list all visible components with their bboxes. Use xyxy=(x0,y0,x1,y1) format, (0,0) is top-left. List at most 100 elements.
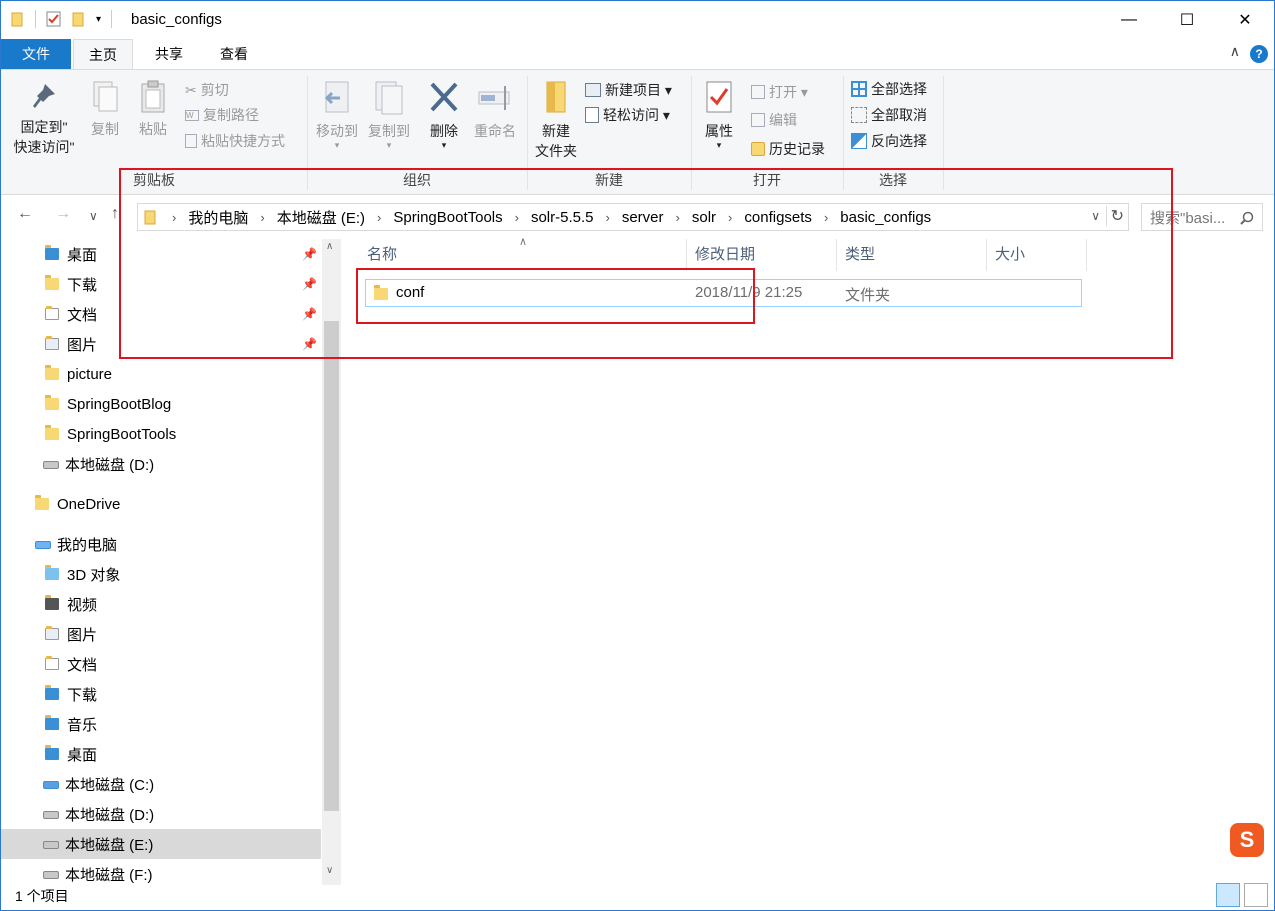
history-button[interactable]: 历史记录 xyxy=(751,139,825,159)
sidebar-item-pictures[interactable]: 图片 📌 xyxy=(1,329,321,359)
copy-button[interactable]: 复制 xyxy=(85,80,125,139)
scroll-down-icon[interactable]: ∨ xyxy=(326,865,333,876)
breadcrumb-basic-configs[interactable]: basic_configs xyxy=(840,209,931,226)
new-folder-icon[interactable] xyxy=(72,11,86,27)
refresh-icon[interactable]: ↻ xyxy=(1105,206,1124,226)
invert-selection-button[interactable]: 反向选择 xyxy=(851,131,927,151)
properties-label: 属性 xyxy=(705,123,733,139)
easy-access-button[interactable]: 轻松访问 ▾ xyxy=(585,105,670,125)
chevron-right-icon: › xyxy=(823,209,829,225)
sidebar-item-this-pc[interactable]: 我的电脑 xyxy=(1,529,321,559)
sidebar-item-pc-documents[interactable]: 文档 xyxy=(1,649,321,679)
paste-button[interactable]: 粘贴 xyxy=(133,80,173,139)
breadcrumb-solr-version[interactable]: solr-5.5.5 xyxy=(531,209,594,226)
address-dropdown-icon[interactable]: ∨ xyxy=(1091,209,1100,223)
breadcrumb-solr[interactable]: solr xyxy=(692,209,716,226)
sidebar-item-documents[interactable]: 文档 📌 xyxy=(1,299,321,329)
close-button[interactable]: ✕ xyxy=(1216,1,1274,39)
sidebar-item-springboottools[interactable]: SpringBootTools xyxy=(1,419,321,449)
maximize-button[interactable]: ☐ xyxy=(1158,1,1216,39)
delete-button[interactable]: 删除 ▾ xyxy=(423,80,465,150)
sidebar-item-label: 本地磁盘 (E:) xyxy=(65,836,154,854)
pictures-icon xyxy=(45,336,59,350)
sidebar-item-pc-downloads[interactable]: 下载 xyxy=(1,679,321,709)
folder-icon xyxy=(45,425,59,440)
new-item-button[interactable]: 新建项目 ▾ xyxy=(585,80,672,100)
customize-toolbar-icon[interactable]: ▾ xyxy=(96,14,101,25)
column-header-size[interactable]: 大小 xyxy=(987,239,1087,271)
breadcrumb-springboottools[interactable]: SpringBootTools xyxy=(393,209,502,226)
address-bar[interactable]: › 我的电脑 › 本地磁盘 (E:) › SpringBootTools › s… xyxy=(137,203,1129,231)
sidebar-item-picture[interactable]: picture xyxy=(1,359,321,389)
pin-to-quick-access-button[interactable]: 固定到" 快速访问" xyxy=(7,80,81,157)
tab-home[interactable]: 主页 xyxy=(73,39,133,69)
pin-icon[interactable]: 📌 xyxy=(302,247,317,261)
sidebar-item-springbootblog[interactable]: SpringBootBlog xyxy=(1,389,321,419)
dropdown-arrow-icon: ▾ xyxy=(716,140,722,150)
breadcrumb-this-pc[interactable]: 我的电脑 xyxy=(188,207,248,228)
paste-shortcut-button[interactable]: 粘贴快捷方式 xyxy=(185,131,285,151)
sidebar-scrollbar[interactable]: ∧ ∨ xyxy=(322,239,341,885)
details-view-icon[interactable] xyxy=(1216,883,1240,907)
open-button[interactable]: 打开 ▾ xyxy=(751,82,808,102)
sidebar-item-drive-c[interactable]: 本地磁盘 (C:) xyxy=(1,769,321,799)
sidebar-item-label: 图片 xyxy=(67,336,98,354)
breadcrumb-server[interactable]: server xyxy=(622,209,664,226)
sidebar-item-drive-e[interactable]: 本地磁盘 (E:) xyxy=(1,829,321,859)
breadcrumb-drive-e[interactable]: 本地磁盘 (E:) xyxy=(277,207,365,228)
ime-logo-icon[interactable]: S xyxy=(1230,823,1264,857)
sidebar-item-desktop[interactable]: 桌面 📌 xyxy=(1,239,321,269)
scrollbar-thumb[interactable] xyxy=(324,321,339,811)
edit-button[interactable]: 编辑 xyxy=(751,110,797,130)
rename-button[interactable]: 重命名 xyxy=(469,80,521,141)
folder-icon xyxy=(35,495,49,510)
sidebar-item-3d-objects[interactable]: 3D 对象 xyxy=(1,559,321,589)
properties-button[interactable]: 属性 ▾ xyxy=(697,80,741,150)
sidebar-item-videos[interactable]: 视频 xyxy=(1,589,321,619)
column-header-name[interactable]: 名称 xyxy=(359,239,687,271)
quick-access-toolbar: ▾ xyxy=(11,10,113,28)
select-all-button[interactable]: 全部选择 xyxy=(851,79,927,99)
properties-icon[interactable] xyxy=(46,11,62,27)
up-arrow-icon[interactable]: ↑ xyxy=(111,205,119,223)
back-arrow-icon[interactable]: ← xyxy=(17,205,33,223)
copy-path-button[interactable]: W 复制路径 xyxy=(185,105,259,125)
sidebar-item-downloads[interactable]: 下载 📌 xyxy=(1,269,321,299)
collapse-ribbon-icon[interactable]: ∧ xyxy=(1230,43,1240,60)
copy-to-button[interactable]: 复制到 ▾ xyxy=(363,80,415,150)
new-folder-button[interactable]: 新建 文件夹 xyxy=(531,80,581,161)
sidebar-item-onedrive[interactable]: OneDrive xyxy=(1,489,321,519)
recent-locations-icon[interactable]: ∨ xyxy=(89,209,98,223)
minimize-button[interactable]: — xyxy=(1100,1,1158,39)
large-icons-view-icon[interactable] xyxy=(1244,883,1268,907)
tab-file[interactable]: 文件 xyxy=(1,39,71,69)
window-title: basic_configs xyxy=(131,11,222,28)
tab-share[interactable]: 共享 xyxy=(141,39,197,69)
ribbon: 固定到" 快速访问" 复制 粘贴 ✂ 剪切 W 复制路径 粘贴快捷方式 剪贴板 移动… xyxy=(1,69,1274,195)
tab-view[interactable]: 查看 xyxy=(205,39,263,69)
sidebar-item-pc-pictures[interactable]: 图片 xyxy=(1,619,321,649)
search-input[interactable]: 搜索"basi... xyxy=(1141,203,1263,231)
help-icon[interactable]: ? xyxy=(1250,45,1268,63)
forward-arrow-icon[interactable]: → xyxy=(55,205,71,223)
breadcrumb-configsets[interactable]: configsets xyxy=(744,209,812,226)
scroll-up-icon[interactable]: ∧ xyxy=(326,241,333,252)
copy-to-icon xyxy=(375,81,403,115)
history-label: 历史记录 xyxy=(769,141,825,157)
sidebar-item-quick-drive-d[interactable]: 本地磁盘 (D:) xyxy=(1,449,321,479)
cut-button[interactable]: ✂ 剪切 xyxy=(185,80,229,100)
select-none-button[interactable]: 全部取消 xyxy=(851,105,927,125)
column-header-date[interactable]: 修改日期 xyxy=(687,239,837,271)
table-row[interactable]: conf 2018/11/9 21:25 文件夹 xyxy=(365,279,1082,307)
folder-icon xyxy=(374,285,388,300)
sidebar-item-music[interactable]: 音乐 xyxy=(1,709,321,739)
sidebar-item-pc-desktop[interactable]: 桌面 xyxy=(1,739,321,769)
pin-icon[interactable]: 📌 xyxy=(302,307,317,321)
pin-icon[interactable]: 📌 xyxy=(302,277,317,291)
sidebar-item-label: 我的电脑 xyxy=(57,536,118,554)
move-to-button[interactable]: 移动到 ▾ xyxy=(311,80,363,150)
folder-icon-wrap xyxy=(374,285,388,300)
column-header-type[interactable]: 类型 xyxy=(837,239,987,271)
sidebar-item-drive-d[interactable]: 本地磁盘 (D:) xyxy=(1,799,321,829)
pin-icon[interactable]: 📌 xyxy=(302,337,317,351)
